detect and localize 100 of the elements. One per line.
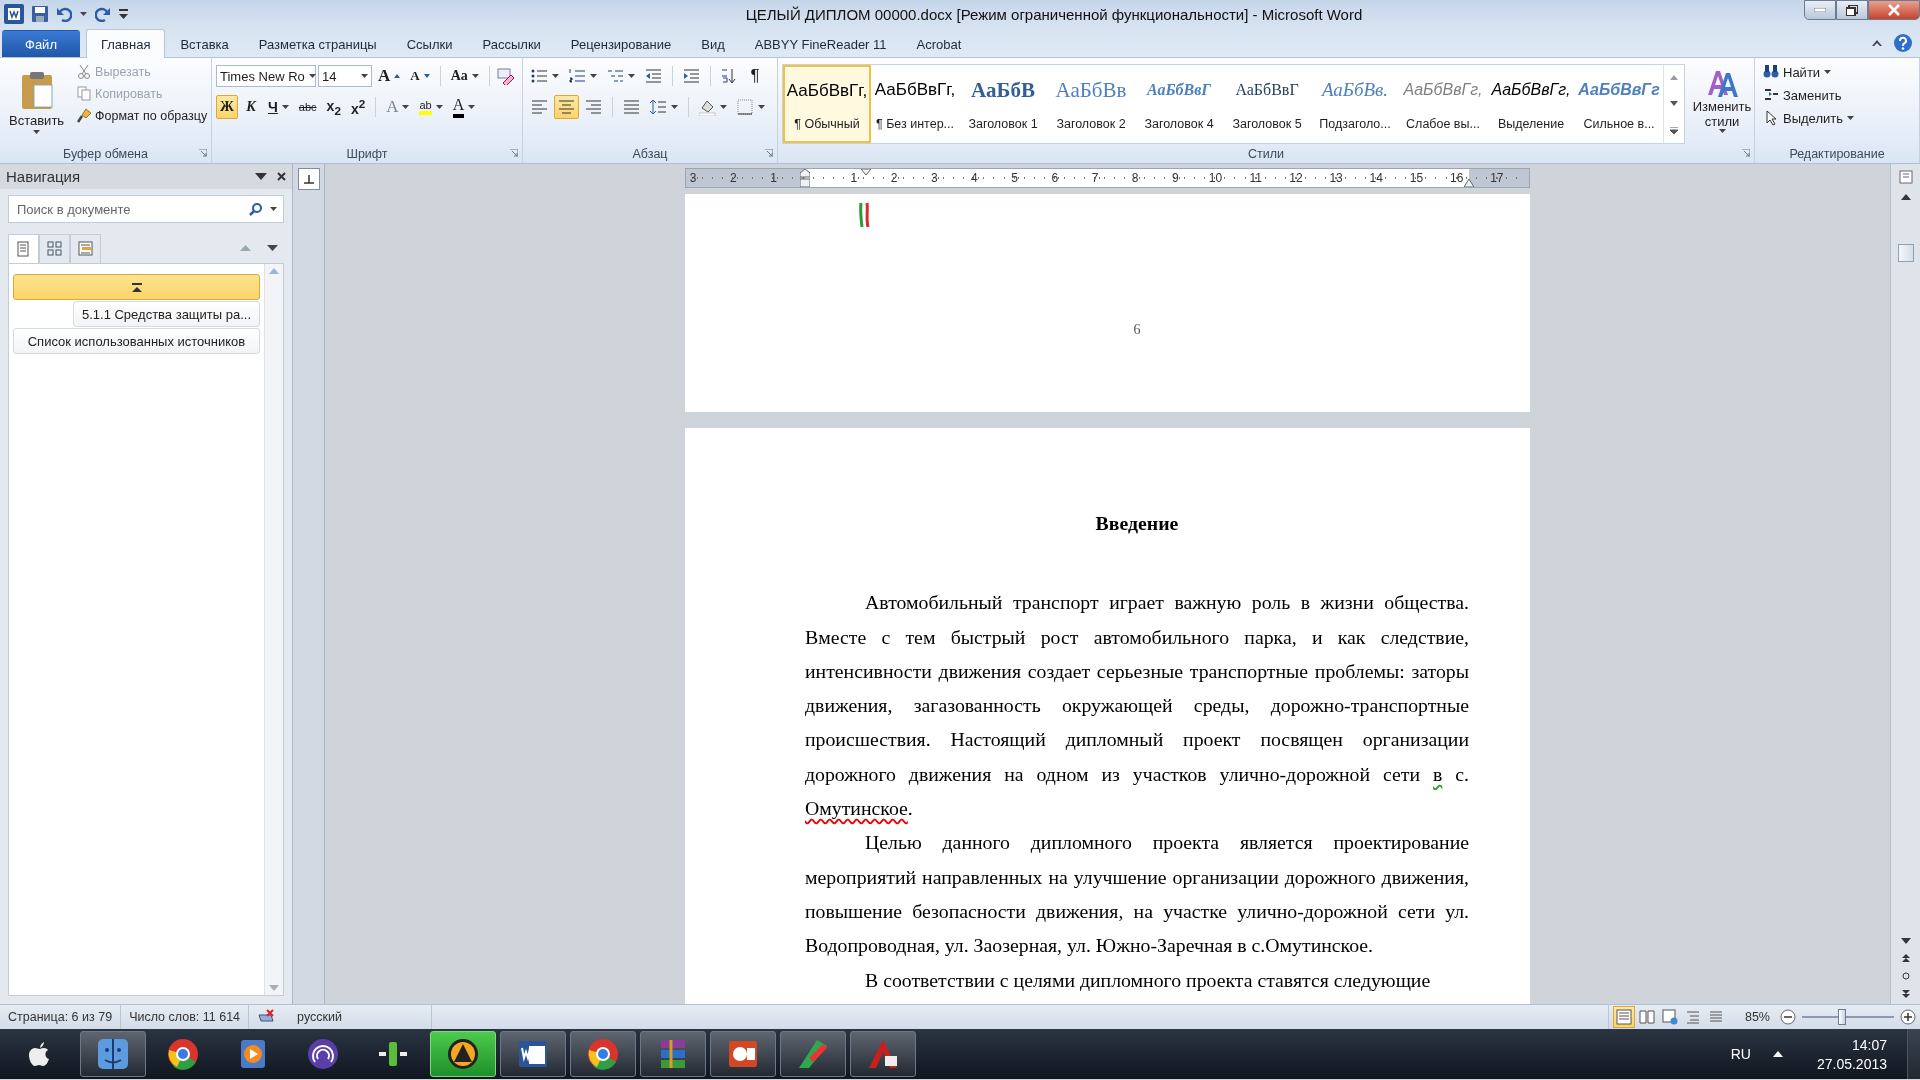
zoom-slider-thumb[interactable] xyxy=(1838,1009,1847,1025)
shrink-font-button[interactable]: A xyxy=(406,64,434,88)
caret-icon[interactable] xyxy=(590,74,597,78)
taskbar-button[interactable] xyxy=(430,1031,496,1077)
ribbon-tab[interactable]: Главная xyxy=(85,29,166,58)
ribbon-tab[interactable]: Разметка страницы xyxy=(243,30,392,57)
search-field[interactable]: Поиск в документе xyxy=(15,200,241,218)
taskbar-button[interactable] xyxy=(570,1031,636,1077)
format-button[interactable]: A xyxy=(448,95,480,119)
dialog-launcher-icon[interactable] xyxy=(510,149,518,157)
style-gallery[interactable] xyxy=(782,64,1685,144)
change-case-button[interactable]: Aa xyxy=(446,64,483,88)
caret-icon[interactable] xyxy=(270,207,277,211)
app-icon[interactable] xyxy=(4,4,24,24)
close-button[interactable] xyxy=(1868,0,1920,20)
search-icon[interactable] xyxy=(249,202,262,216)
borders-icon[interactable] xyxy=(737,98,754,116)
save-icon[interactable] xyxy=(32,6,48,22)
ribbon-tab[interactable]: ABBYY FineReader 11 xyxy=(739,30,902,57)
taskbar-button[interactable] xyxy=(850,1031,916,1077)
change-styles-button[interactable]: Изменить стили xyxy=(1685,62,1759,144)
format-button[interactable]: ab xyxy=(415,95,447,119)
ribbon-tab[interactable]: Acrobat xyxy=(901,30,977,57)
format-button[interactable]: x$^{2}$ xyxy=(346,95,370,119)
caret-icon[interactable] xyxy=(468,105,476,109)
multilevel-list-icon[interactable] xyxy=(607,67,624,85)
next-icon[interactable] xyxy=(267,245,278,251)
format-button[interactable]: Ж xyxy=(216,95,238,119)
style-item[interactable]: АаБбВвГг, Слабое вы... xyxy=(1399,65,1487,143)
ribbon-tab[interactable]: Вид xyxy=(686,30,740,57)
minimize-button[interactable] xyxy=(1804,0,1836,20)
zoom-level[interactable]: 85% xyxy=(1730,1010,1780,1024)
caret-icon[interactable] xyxy=(471,74,479,78)
ribbon-tab[interactable]: Ссылки xyxy=(391,30,468,57)
zoom-in-icon[interactable] xyxy=(1900,1009,1916,1025)
ribbon-tab[interactable]: Вставка xyxy=(165,30,244,57)
bullet-list-icon[interactable] xyxy=(531,67,548,85)
browse-object-icon[interactable] xyxy=(1901,972,1910,980)
caret-icon[interactable] xyxy=(671,105,678,109)
zoom-out-icon[interactable] xyxy=(1780,1009,1796,1025)
dialog-launcher-icon[interactable] xyxy=(1742,149,1750,157)
view-button[interactable] xyxy=(1612,1006,1635,1028)
right-indent-icon[interactable] xyxy=(1464,179,1474,187)
editing-button[interactable]: Найти xyxy=(1759,62,1858,82)
taskbar-button[interactable] xyxy=(710,1031,776,1077)
heading-item[interactable]: Список использованных источников xyxy=(13,328,260,354)
paste-button[interactable]: Вставить xyxy=(4,68,70,144)
format-button[interactable]: К xyxy=(240,95,262,119)
editing-button[interactable]: Выделить xyxy=(1759,108,1858,128)
line-spacing-icon[interactable] xyxy=(650,98,667,116)
ribbon-tab[interactable]: Рассылки xyxy=(467,30,556,57)
format-button[interactable]: x$_{2}$ xyxy=(322,95,345,119)
caret-icon[interactable] xyxy=(758,105,765,109)
font-name-field[interactable]: Times New Ro xyxy=(216,65,316,87)
pane-menu-icon[interactable] xyxy=(255,173,267,180)
caret-icon[interactable] xyxy=(281,105,289,109)
show-marks-button[interactable]: ¶ xyxy=(744,64,766,88)
grow-font-button[interactable]: A xyxy=(374,64,405,88)
caret-icon[interactable] xyxy=(1718,129,1726,133)
caret-icon[interactable] xyxy=(552,74,559,78)
style-item[interactable]: АаБбВвГг Сильное в... xyxy=(1575,65,1663,143)
style-item[interactable]: АаБбВвГг, ¶ Без интер... xyxy=(871,65,959,143)
indent-marker-icon[interactable] xyxy=(800,169,810,187)
caret-icon[interactable] xyxy=(308,74,316,78)
collapse-icon[interactable] xyxy=(131,282,142,292)
scroll-down-icon[interactable] xyxy=(1900,938,1911,944)
close-icon[interactable] xyxy=(277,172,286,181)
view-tab[interactable] xyxy=(70,234,101,263)
tray-expand-icon[interactable] xyxy=(1772,1051,1783,1057)
redo-icon[interactable] xyxy=(95,6,111,22)
font-size-field[interactable]: 14 xyxy=(318,65,372,87)
clear-format-icon[interactable] xyxy=(495,67,514,85)
style-item[interactable]: АаБбВвГг, ¶ Обычный xyxy=(783,65,871,143)
caret-icon[interactable] xyxy=(720,105,727,109)
editing-button[interactable]: Заменить xyxy=(1759,85,1858,105)
style-item[interactable]: АаБбВвГг, Выделение xyxy=(1487,65,1575,143)
caret-icon[interactable] xyxy=(80,12,87,16)
dialog-launcher-icon[interactable] xyxy=(765,149,773,157)
collapse-ribbon-icon[interactable] xyxy=(1872,39,1882,46)
numbered-list-icon[interactable] xyxy=(569,67,586,85)
taskbar-button[interactable] xyxy=(500,1031,566,1077)
next-page-icon[interactable] xyxy=(1901,990,1910,998)
language-label[interactable]: русский xyxy=(297,1010,342,1024)
style-item[interactable]: АаБбВвГ Заголовок 5 xyxy=(1223,65,1311,143)
maximize-button[interactable] xyxy=(1836,0,1868,20)
more-styles-icon[interactable] xyxy=(1670,126,1678,134)
style-item[interactable]: АаБбВвГ Заголовок 4 xyxy=(1135,65,1223,143)
ribbon-tab[interactable]: Рецензирование xyxy=(555,30,687,57)
ruler-toggle-button[interactable] xyxy=(297,168,320,190)
caret-icon[interactable] xyxy=(1847,116,1854,120)
undo-icon[interactable] xyxy=(56,6,72,22)
help-icon[interactable] xyxy=(1894,33,1912,52)
clock[interactable]: 14:07 27.05.2013 xyxy=(1816,1036,1887,1072)
vertical-scrollbar[interactable] xyxy=(1890,164,1920,1004)
clipboard-button[interactable]: Формат по образцу xyxy=(73,106,212,125)
caret-icon[interactable] xyxy=(1824,70,1832,74)
input-language[interactable]: RU xyxy=(1730,1046,1751,1062)
scroll-down-icon[interactable] xyxy=(1670,100,1678,108)
first-line-indent-icon[interactable] xyxy=(861,169,871,176)
ribbon-tab[interactable]: Файл xyxy=(2,30,80,57)
